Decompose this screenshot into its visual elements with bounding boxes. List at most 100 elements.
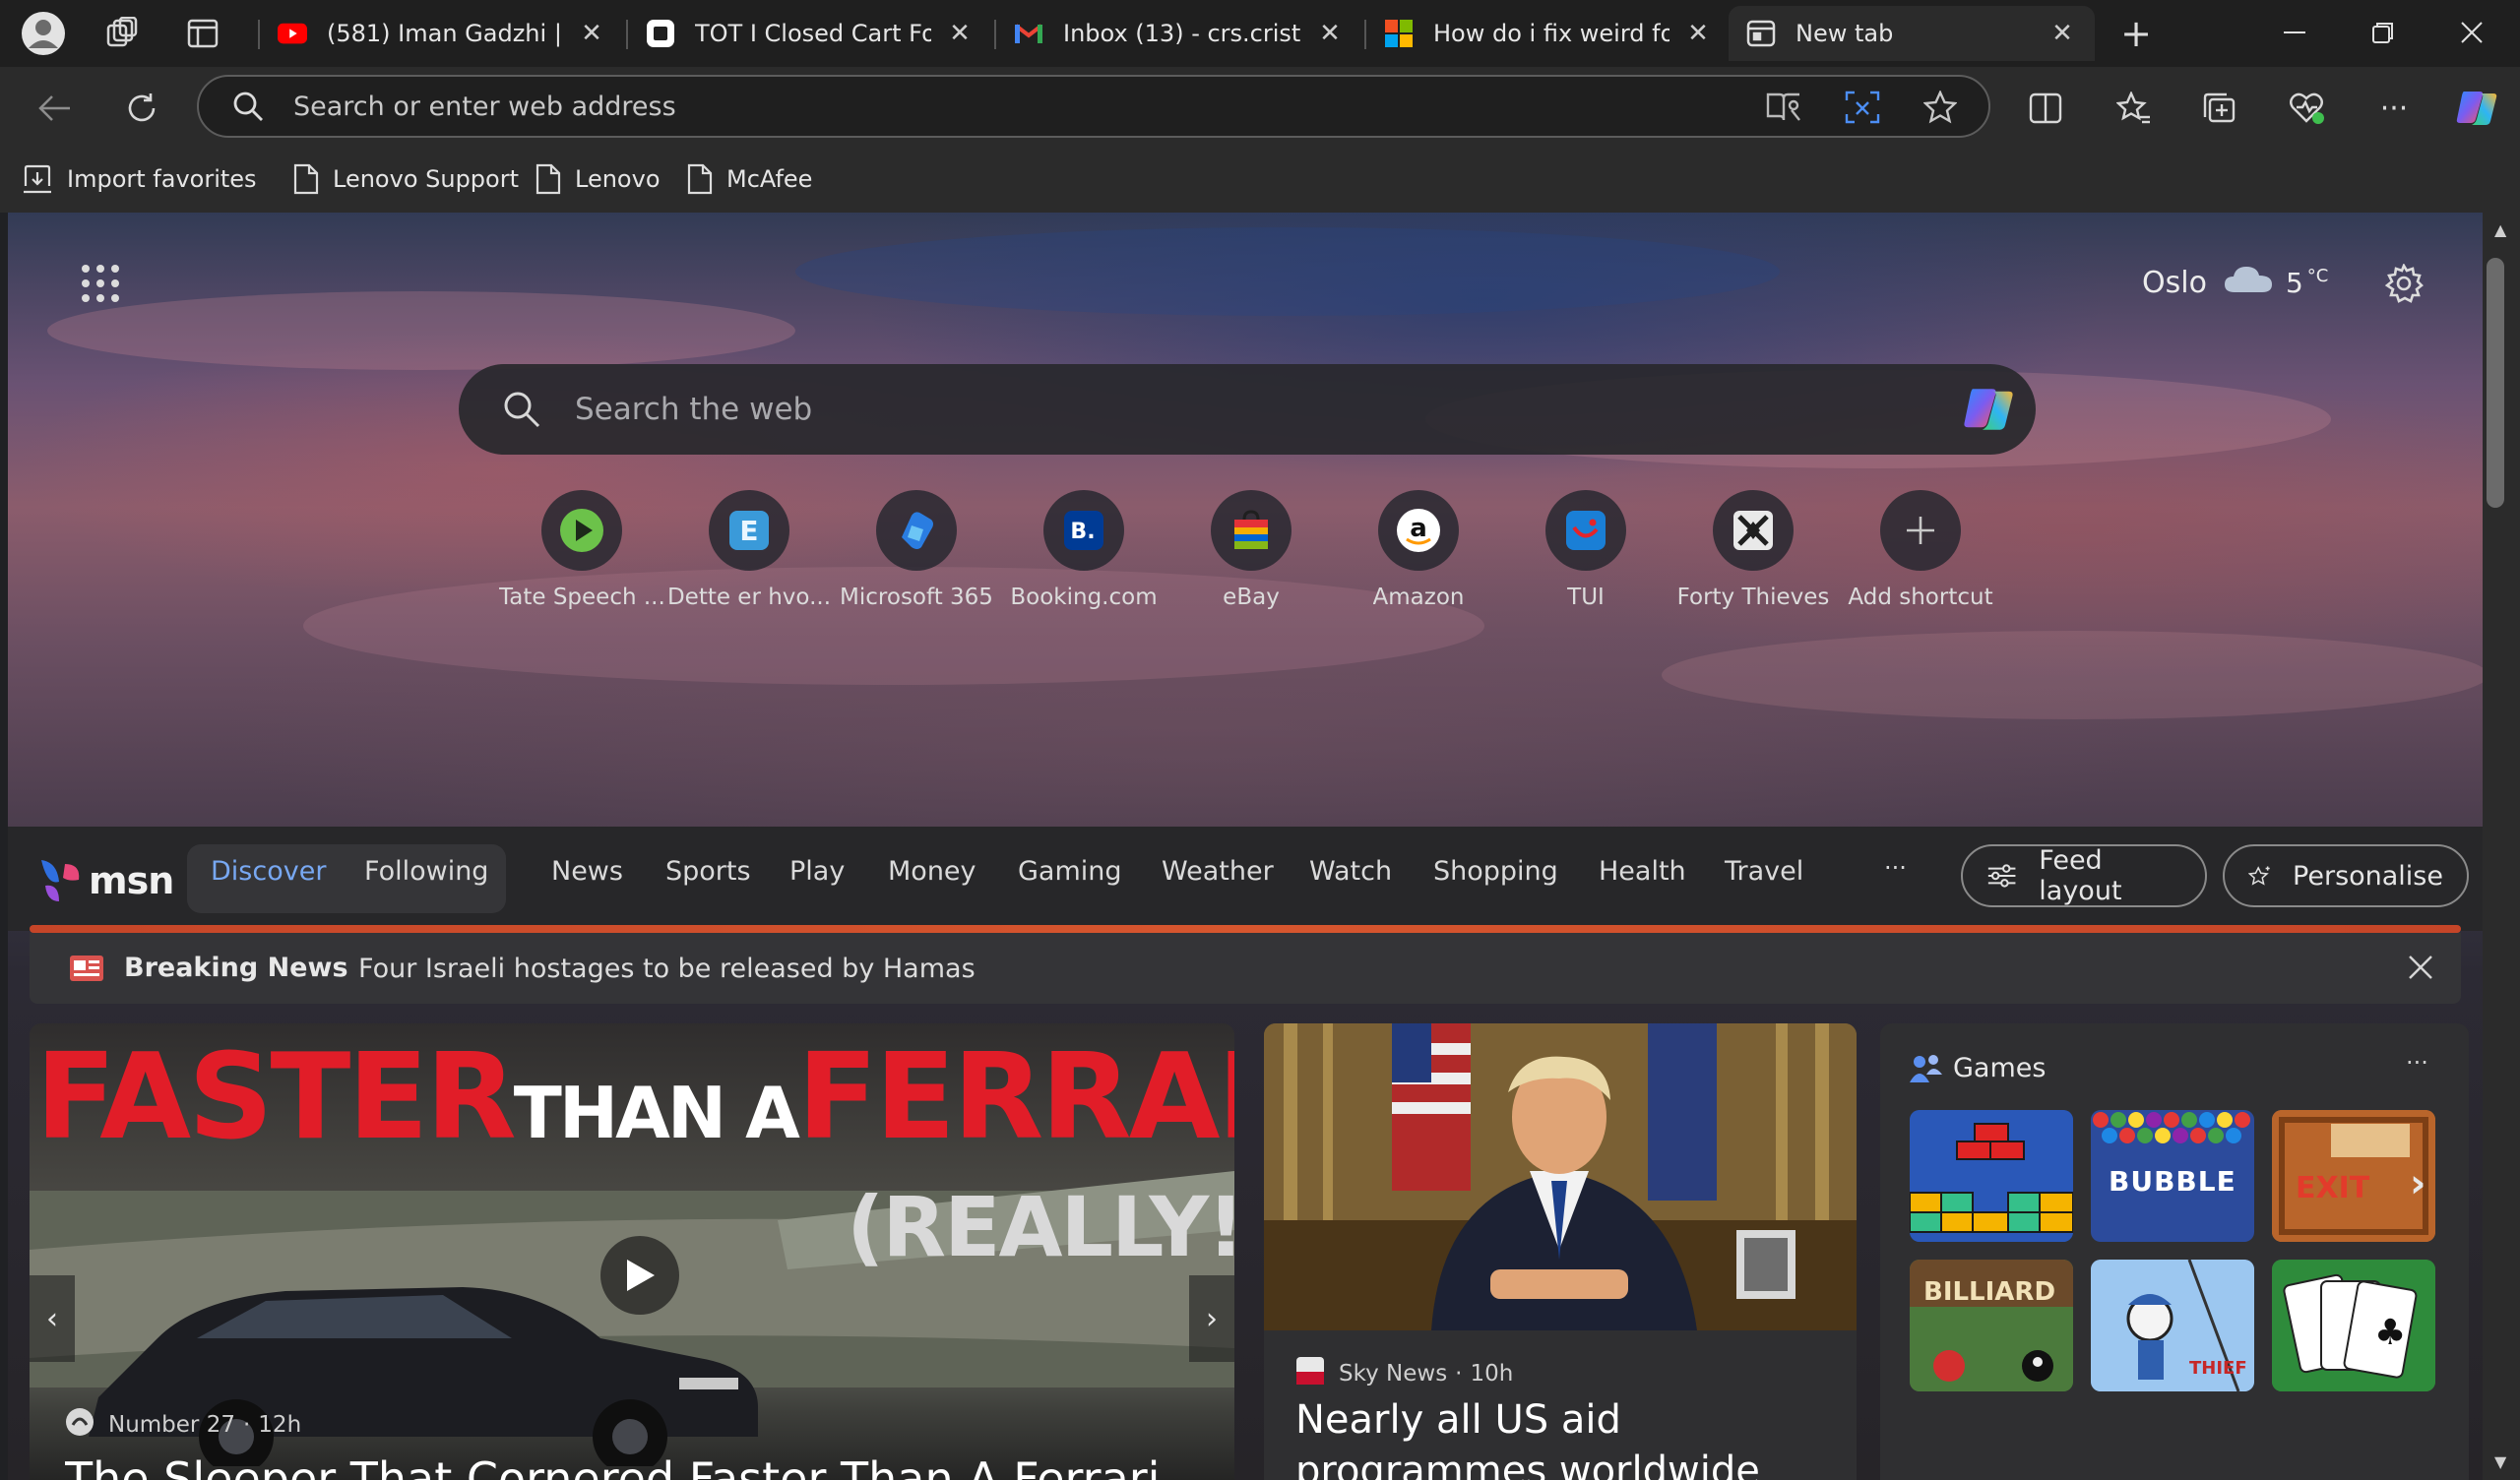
game-tile-blocks[interactable]	[1910, 1110, 2073, 1242]
tab-discover[interactable]: Discover	[211, 856, 326, 887]
minimize-icon[interactable]	[2260, 8, 2329, 57]
page-settings-gear-icon[interactable]	[2376, 256, 2431, 311]
favorites-icon[interactable]	[2107, 81, 2162, 136]
thumbnail-title-white: THAN A	[513, 1072, 800, 1154]
more-options-icon[interactable]: ···	[2366, 81, 2422, 136]
feed-layout-button[interactable]: Feed layout	[1961, 844, 2207, 907]
news-card-headline[interactable]: Nearly all US aid	[1295, 1397, 1621, 1443]
web-search-input[interactable]	[575, 390, 1855, 429]
shortcut-label: Forty Thieves	[1676, 585, 1830, 610]
scroll-up-icon[interactable]: ▲	[2494, 220, 2506, 239]
nav-shopping[interactable]: Shopping	[1433, 856, 1558, 887]
favorite-import[interactable]: Import favorites	[22, 159, 257, 199]
apps-launcher-icon[interactable]	[73, 256, 128, 311]
game-tile-thief[interactable]: THIEF	[2091, 1260, 2254, 1391]
carousel-next-icon[interactable]: ›	[2410, 1161, 2426, 1206]
tab-gmail[interactable]: Inbox (13) - crs.cristea1 ✕	[996, 6, 1362, 61]
split-screen-icon[interactable]	[2018, 81, 2073, 136]
breaking-news-headline[interactable]: Four Israeli hostages to be released by …	[358, 954, 976, 984]
thumbnail-title: FASTERTHAN AFERRARI	[35, 1029, 1234, 1166]
tab-actions-icon[interactable]	[179, 10, 226, 57]
carousel-prev-icon[interactable]: ‹	[30, 1275, 75, 1362]
page-icon	[536, 163, 561, 195]
browser-essentials-icon[interactable]	[2280, 81, 2335, 136]
tot-icon	[646, 19, 675, 48]
close-window-icon[interactable]	[2437, 8, 2506, 57]
game-tile-exit[interactable]: EXIT ›	[2272, 1110, 2435, 1242]
more-options-icon[interactable]: ···	[2406, 1049, 2428, 1077]
news-card[interactable]: Sky News · 10h Nearly all US aid program…	[1264, 1023, 1857, 1480]
scrollbar-thumb[interactable]	[2487, 258, 2504, 508]
address-bar[interactable]	[197, 75, 1990, 138]
nav-more-icon[interactable]: ···	[1884, 854, 1907, 882]
collections-icon[interactable]	[2191, 81, 2246, 136]
game-tile-solitaire[interactable]: ♣	[2272, 1260, 2435, 1391]
page-icon	[293, 163, 319, 195]
close-icon[interactable]: ✕	[945, 19, 975, 48]
nav-play[interactable]: Play	[789, 856, 845, 887]
nav-money[interactable]: Money	[888, 856, 976, 887]
nav-news[interactable]: News	[551, 856, 623, 887]
tab-tot-form[interactable]: TOT I Closed Cart Form ✕	[628, 6, 992, 61]
back-arrow-icon[interactable]	[28, 81, 83, 136]
new-tab-plus-icon[interactable]: +	[2112, 10, 2160, 57]
game-tile-bubble-shooter[interactable]: BUBBLE	[2091, 1110, 2254, 1242]
immersive-reader-icon[interactable]	[1766, 91, 1801, 128]
thumbnail-title-red: FASTER	[35, 1029, 517, 1166]
close-icon[interactable]: ✕	[1683, 19, 1713, 48]
new-tab-page: Oslo 5 °C Tate Speech ... E Dette er hvo…	[8, 213, 2483, 1480]
shortcut-add[interactable]: Add shortcut	[1837, 490, 2004, 618]
svg-text:E: E	[739, 515, 758, 547]
search-icon	[502, 390, 541, 433]
nav-health[interactable]: Health	[1599, 856, 1686, 887]
publish-age: 10h	[1470, 1361, 1514, 1387]
refresh-icon[interactable]	[114, 81, 169, 136]
nav-gaming[interactable]: Gaming	[1018, 856, 1122, 887]
nav-sports[interactable]: Sports	[665, 856, 751, 887]
tab-youtube[interactable]: (581) Iman Gadzhi | Sky ✕	[260, 6, 624, 61]
favorite-star-icon[interactable]	[1922, 90, 1958, 128]
personalise-button[interactable]: Personalise	[2223, 844, 2469, 907]
nav-weather[interactable]: Weather	[1162, 856, 1274, 887]
restore-icon[interactable]	[2349, 8, 2418, 57]
play-video-icon[interactable]	[600, 1236, 679, 1315]
game-tile-billiard[interactable]: BILLIARD	[1910, 1260, 2073, 1391]
close-icon[interactable]: ✕	[577, 19, 606, 48]
tab-following[interactable]: Following	[364, 856, 488, 887]
favorite-label: Import favorites	[67, 165, 257, 193]
carousel-next-icon[interactable]: ›	[1189, 1275, 1234, 1362]
breaking-news-banner[interactable]: Breaking News Four Israeli hostages to b…	[30, 933, 2461, 1004]
nav-watch[interactable]: Watch	[1309, 856, 1392, 887]
shortcut-tui[interactable]: TUI	[1502, 490, 1670, 618]
web-search-box[interactable]	[459, 364, 2036, 455]
scroll-down-icon[interactable]: ▼	[2494, 1452, 2506, 1471]
weather-widget[interactable]: Oslo 5 °C	[2142, 258, 2328, 307]
close-icon[interactable]: ✕	[2048, 19, 2077, 48]
workspaces-icon[interactable]	[98, 10, 146, 57]
favorite-lenovo-support[interactable]: Lenovo Support	[293, 159, 519, 199]
shortcut-microsoft-365[interactable]: Microsoft 365	[833, 490, 1000, 618]
favorite-lenovo[interactable]: Lenovo	[536, 159, 661, 199]
game-tile-label: BUBBLE	[2109, 1165, 2236, 1198]
shortcut-forty-thieves[interactable]: Forty Thieves	[1670, 490, 1837, 618]
shortcut-ebay[interactable]: eBay	[1167, 490, 1335, 618]
shortcut-dette-er-hvo[interactable]: E Dette er hvo...	[665, 490, 833, 618]
address-input[interactable]	[293, 89, 1770, 124]
copilot-icon[interactable]	[2449, 81, 2504, 136]
close-icon[interactable]	[2406, 953, 2435, 986]
featured-video-card[interactable]: FASTERTHAN AFERRARI (REALLY!) ‹ › Number…	[30, 1023, 1234, 1480]
favorite-mcafee[interactable]: McAfee	[687, 159, 812, 199]
shortcut-booking[interactable]: B. Booking.com	[1000, 490, 1167, 618]
msn-logo[interactable]: msn	[35, 858, 174, 903]
shortcut-tate-speech[interactable]: Tate Speech ...	[498, 490, 665, 618]
copilot-icon[interactable]	[1961, 384, 2016, 439]
close-icon[interactable]: ✕	[1315, 19, 1345, 48]
profile-avatar-icon[interactable]	[20, 10, 67, 57]
screen-capture-icon[interactable]	[1845, 91, 1880, 128]
news-card-headline-line2[interactable]: programmes worldwide	[1295, 1449, 1760, 1480]
tab-microsoft-answers[interactable]: How do i fix weird font ✕	[1366, 6, 1731, 61]
main-card-headline[interactable]: The Sleeper That Cornered Faster Than A …	[65, 1452, 1207, 1480]
shortcut-amazon[interactable]: a Amazon	[1335, 490, 1502, 618]
tab-new-tab[interactable]: New tab ✕	[1729, 6, 2095, 61]
nav-travel[interactable]: Travel	[1725, 856, 1803, 887]
